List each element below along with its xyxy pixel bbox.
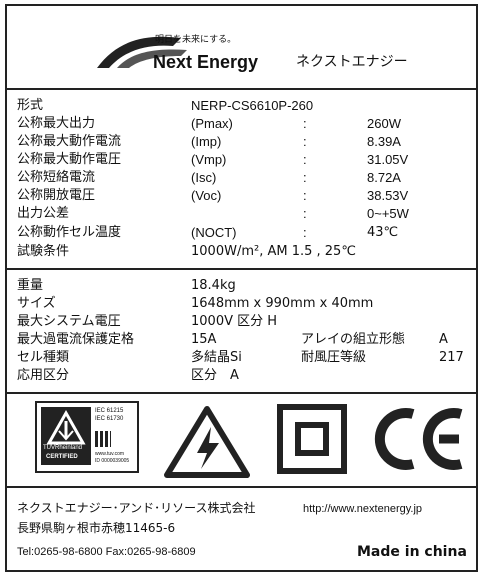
company-name: ネクストエナジー･アンド･リソース株式会社 bbox=[17, 501, 256, 515]
logo-tagline: 明日を未来にする。 bbox=[155, 35, 237, 45]
company-phone-fax: Tel:0265-98-6800 Fax:0265-98-6809 bbox=[17, 546, 196, 558]
spec-param: (Vmp) bbox=[191, 152, 227, 167]
tuv-certification-mark: TÜVRheinland CERTIFIED IEC 61215 IEC 617… bbox=[35, 401, 139, 473]
divider-3 bbox=[7, 392, 476, 394]
spec-param: (Voc) bbox=[191, 188, 222, 203]
tuv-triangle-icon bbox=[46, 409, 86, 445]
spec-param: NERP-CS6610P-260 bbox=[191, 98, 314, 113]
divider-1 bbox=[7, 88, 476, 90]
spec-value: 31.05V bbox=[367, 152, 409, 167]
physical-label: 最大システム電圧 bbox=[17, 314, 121, 329]
spec-param: (Imp) bbox=[191, 134, 222, 149]
spec-colon: : bbox=[303, 225, 307, 240]
spec-value: 0~+5W bbox=[367, 206, 409, 221]
spec-label: 公称開放電圧 bbox=[17, 188, 96, 203]
physical-label: 重量 bbox=[17, 278, 44, 293]
spec-label: 出力公差 bbox=[17, 206, 70, 221]
spec-value: 38.53V bbox=[367, 188, 409, 203]
spec-label: 公称動作セル温度 bbox=[17, 225, 122, 240]
spec-colon: : bbox=[303, 188, 307, 203]
physical-value: 多結晶Si bbox=[191, 350, 242, 365]
company-address: 長野県駒ヶ根市赤穂11465-6 bbox=[17, 521, 176, 535]
spec-param: (Isc) bbox=[191, 170, 217, 185]
company-url: http://www.nextenergy.jp bbox=[303, 503, 423, 515]
tuv-certified: CERTIFIED bbox=[46, 454, 78, 460]
spec-value: 260W bbox=[367, 116, 401, 131]
spec-colon: : bbox=[303, 116, 307, 131]
tuv-logo-block: TÜVRheinland CERTIFIED bbox=[41, 407, 91, 465]
physical-label: セル種類 bbox=[17, 350, 70, 365]
made-in-label: Made in china bbox=[357, 544, 467, 560]
spec-label: 公称最大動作電圧 bbox=[17, 152, 122, 167]
logo-header: 明日を未来にする。 Next Energy ネクストエナジー bbox=[7, 6, 476, 88]
high-voltage-warning-icon bbox=[164, 406, 250, 478]
tuv-id: ID 0000039005 bbox=[95, 458, 130, 464]
physical-label-secondary: 耐風圧等級 bbox=[301, 350, 367, 365]
spec-label: 公称最大動作電流 bbox=[17, 134, 122, 149]
logo-brand: Next Energy bbox=[153, 52, 259, 72]
tuv-url: www.tuv.com bbox=[95, 451, 125, 457]
physical-label: 最大過電流保護定格 bbox=[17, 332, 135, 347]
physical-value: 1648mm x 990mm x 40mm bbox=[191, 296, 374, 311]
spec-label: 試験条件 bbox=[17, 244, 70, 259]
divider-4 bbox=[7, 486, 476, 488]
spec-param: (Pmax) bbox=[191, 116, 233, 131]
physical-value: 15A bbox=[191, 332, 217, 347]
ce-mark-icon bbox=[374, 408, 463, 470]
physical-value: 区分 A bbox=[191, 368, 239, 383]
spec-colon: : bbox=[303, 170, 307, 185]
spec-colon: : bbox=[303, 206, 307, 221]
spec-param: (NOCT) bbox=[191, 225, 237, 240]
spec-colon: : bbox=[303, 134, 307, 149]
tuv-qr-code-icon bbox=[95, 431, 111, 447]
spec-value: 8.39A bbox=[367, 134, 401, 149]
spec-label: 公称短絡電流 bbox=[17, 170, 96, 185]
physical-label: 応用区分 bbox=[17, 368, 70, 383]
tuv-brand: TÜVRheinland bbox=[43, 445, 83, 451]
physical-label: サイズ bbox=[17, 296, 56, 311]
spec-value: 8.72A bbox=[367, 170, 401, 185]
physical-value: 18.4kg bbox=[191, 278, 236, 293]
class-ii-double-insulation-icon bbox=[277, 404, 347, 474]
physical-label-secondary: アレイの組立形態 bbox=[301, 332, 406, 347]
iec-standard-1: IEC 61215 bbox=[95, 408, 124, 414]
divider-2 bbox=[7, 268, 476, 270]
spec-colon: : bbox=[303, 152, 307, 167]
nameplate-label: 明日を未来にする。 Next Energy ネクストエナジー 形式 NERP-C… bbox=[5, 4, 478, 572]
physical-value-secondary: A bbox=[439, 332, 448, 347]
physical-value: 1000V 区分 H bbox=[191, 314, 278, 329]
spec-param: 1000W/m², AM 1.5 , 25℃ bbox=[191, 244, 356, 259]
spec-value: 43℃ bbox=[367, 225, 399, 240]
spec-label: 公称最大出力 bbox=[17, 116, 96, 131]
physical-value-secondary: 217 bbox=[439, 350, 464, 365]
iec-standard-2: IEC 61730 bbox=[95, 416, 124, 422]
logo-brand-jp: ネクストエナジー bbox=[296, 54, 408, 70]
spec-label: 形式 bbox=[17, 98, 44, 113]
